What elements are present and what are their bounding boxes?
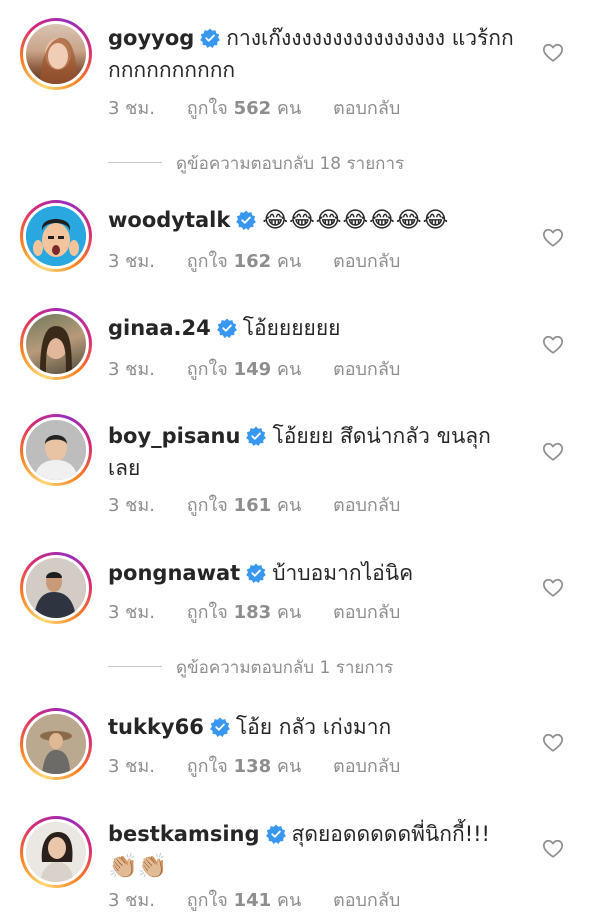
- username[interactable]: boy_pisanu: [108, 424, 240, 448]
- comment-meta: 3 ชม. ถูกใจ 162 คน ตอบกลับ: [108, 246, 426, 275]
- heart-outline-icon[interactable]: [542, 227, 564, 249]
- comment-meta: 3 ชม. ถูกใจ 562 คน ตอบกลับ: [108, 93, 426, 122]
- comment-text-emoji: 👏🏼👏🏼: [108, 852, 168, 880]
- heart-outline-icon[interactable]: [542, 441, 564, 463]
- reply-button[interactable]: ตอบกลับ: [333, 602, 400, 623]
- reply-button[interactable]: ตอบกลับ: [333, 251, 400, 272]
- like-count[interactable]: ถูกใจ 138 คน: [187, 756, 302, 777]
- comment-time: 3 ชม.: [108, 359, 155, 380]
- avatar[interactable]: [20, 18, 92, 90]
- comment-meta: 3 ชม. ถูกใจ 183 คน ตอบกลับ: [108, 597, 426, 626]
- comment-text: บ้าบอมากไอ่นิค: [272, 561, 414, 585]
- comment-text: 😂😂😂😂😂😂😂: [262, 208, 450, 233]
- comment-meta: 3 ชม. ถูกใจ 161 คน ตอบกลับ: [108, 490, 426, 519]
- reply-button[interactable]: ตอบกลับ: [333, 890, 400, 911]
- comment-meta: 3 ชม. ถูกใจ 138 คน ตอบกลับ: [108, 751, 426, 780]
- avatar[interactable]: [20, 708, 92, 780]
- view-replies-button[interactable]: ดูข้อความตอบกลับ 18 รายการ: [108, 150, 404, 177]
- username[interactable]: ginaa.24: [108, 316, 211, 340]
- comment-time: 3 ชม.: [108, 756, 155, 777]
- avatar[interactable]: [20, 816, 92, 888]
- view-replies-button[interactable]: ดูข้อความตอบกลับ 1 รายการ: [108, 654, 393, 681]
- like-count[interactable]: ถูกใจ 183 คน: [187, 602, 302, 623]
- heart-outline-icon[interactable]: [542, 334, 564, 356]
- verified-badge-icon: [266, 824, 286, 844]
- verified-badge-icon: [246, 426, 266, 446]
- comment-text: โอ้ยยยยยย: [242, 316, 341, 340]
- verified-badge-icon: [246, 563, 266, 583]
- comment-time: 3 ชม.: [108, 890, 155, 911]
- username[interactable]: pongnawat: [108, 561, 240, 585]
- like-count[interactable]: ถูกใจ 562 คน: [187, 98, 302, 119]
- reply-button[interactable]: ตอบกลับ: [333, 359, 400, 380]
- divider: [108, 162, 162, 163]
- comment-meta: 3 ชม. ถูกใจ 149 คน ตอบกลับ: [108, 354, 426, 383]
- username[interactable]: goyyog: [108, 26, 194, 50]
- username[interactable]: tukky66: [108, 715, 204, 739]
- heart-outline-icon[interactable]: [542, 732, 564, 754]
- username[interactable]: bestkamsing: [108, 822, 260, 846]
- avatar[interactable]: [20, 308, 92, 380]
- comment-text: สุดยอดดดดดพี่นิกกี้!!!: [291, 822, 490, 846]
- verified-badge-icon: [200, 28, 220, 48]
- avatar[interactable]: [20, 552, 92, 624]
- divider: [108, 666, 162, 667]
- reply-button[interactable]: ตอบกลับ: [333, 495, 400, 516]
- view-replies-label: ดูข้อความตอบกลับ 18 รายการ: [176, 154, 405, 174]
- comment-text: โอ้ย กลัว เก่งมาก: [235, 715, 392, 739]
- verified-badge-icon: [210, 717, 230, 737]
- heart-outline-icon[interactable]: [542, 577, 564, 599]
- verified-badge-icon: [236, 210, 256, 230]
- comment-time: 3 ชม.: [108, 602, 155, 623]
- heart-outline-icon[interactable]: [542, 838, 564, 860]
- username[interactable]: woodytalk: [108, 208, 230, 232]
- like-count[interactable]: ถูกใจ 149 คน: [187, 359, 302, 380]
- like-count[interactable]: ถูกใจ 161 คน: [187, 495, 302, 516]
- comment-time: 3 ชม.: [108, 251, 155, 272]
- reply-button[interactable]: ตอบกลับ: [333, 756, 400, 777]
- like-count[interactable]: ถูกใจ 162 คน: [187, 251, 302, 272]
- avatar[interactable]: [20, 200, 92, 272]
- verified-badge-icon: [217, 318, 237, 338]
- avatar[interactable]: [20, 414, 92, 486]
- view-replies-label: ดูข้อความตอบกลับ 1 รายการ: [176, 658, 394, 678]
- comment-meta: 3 ชม. ถูกใจ 141 คน ตอบกลับ: [108, 885, 426, 914]
- comment-time: 3 ชม.: [108, 98, 155, 119]
- heart-outline-icon[interactable]: [542, 42, 564, 64]
- reply-button[interactable]: ตอบกลับ: [333, 98, 400, 119]
- like-count[interactable]: ถูกใจ 141 คน: [187, 890, 302, 911]
- comment-time: 3 ชม.: [108, 495, 155, 516]
